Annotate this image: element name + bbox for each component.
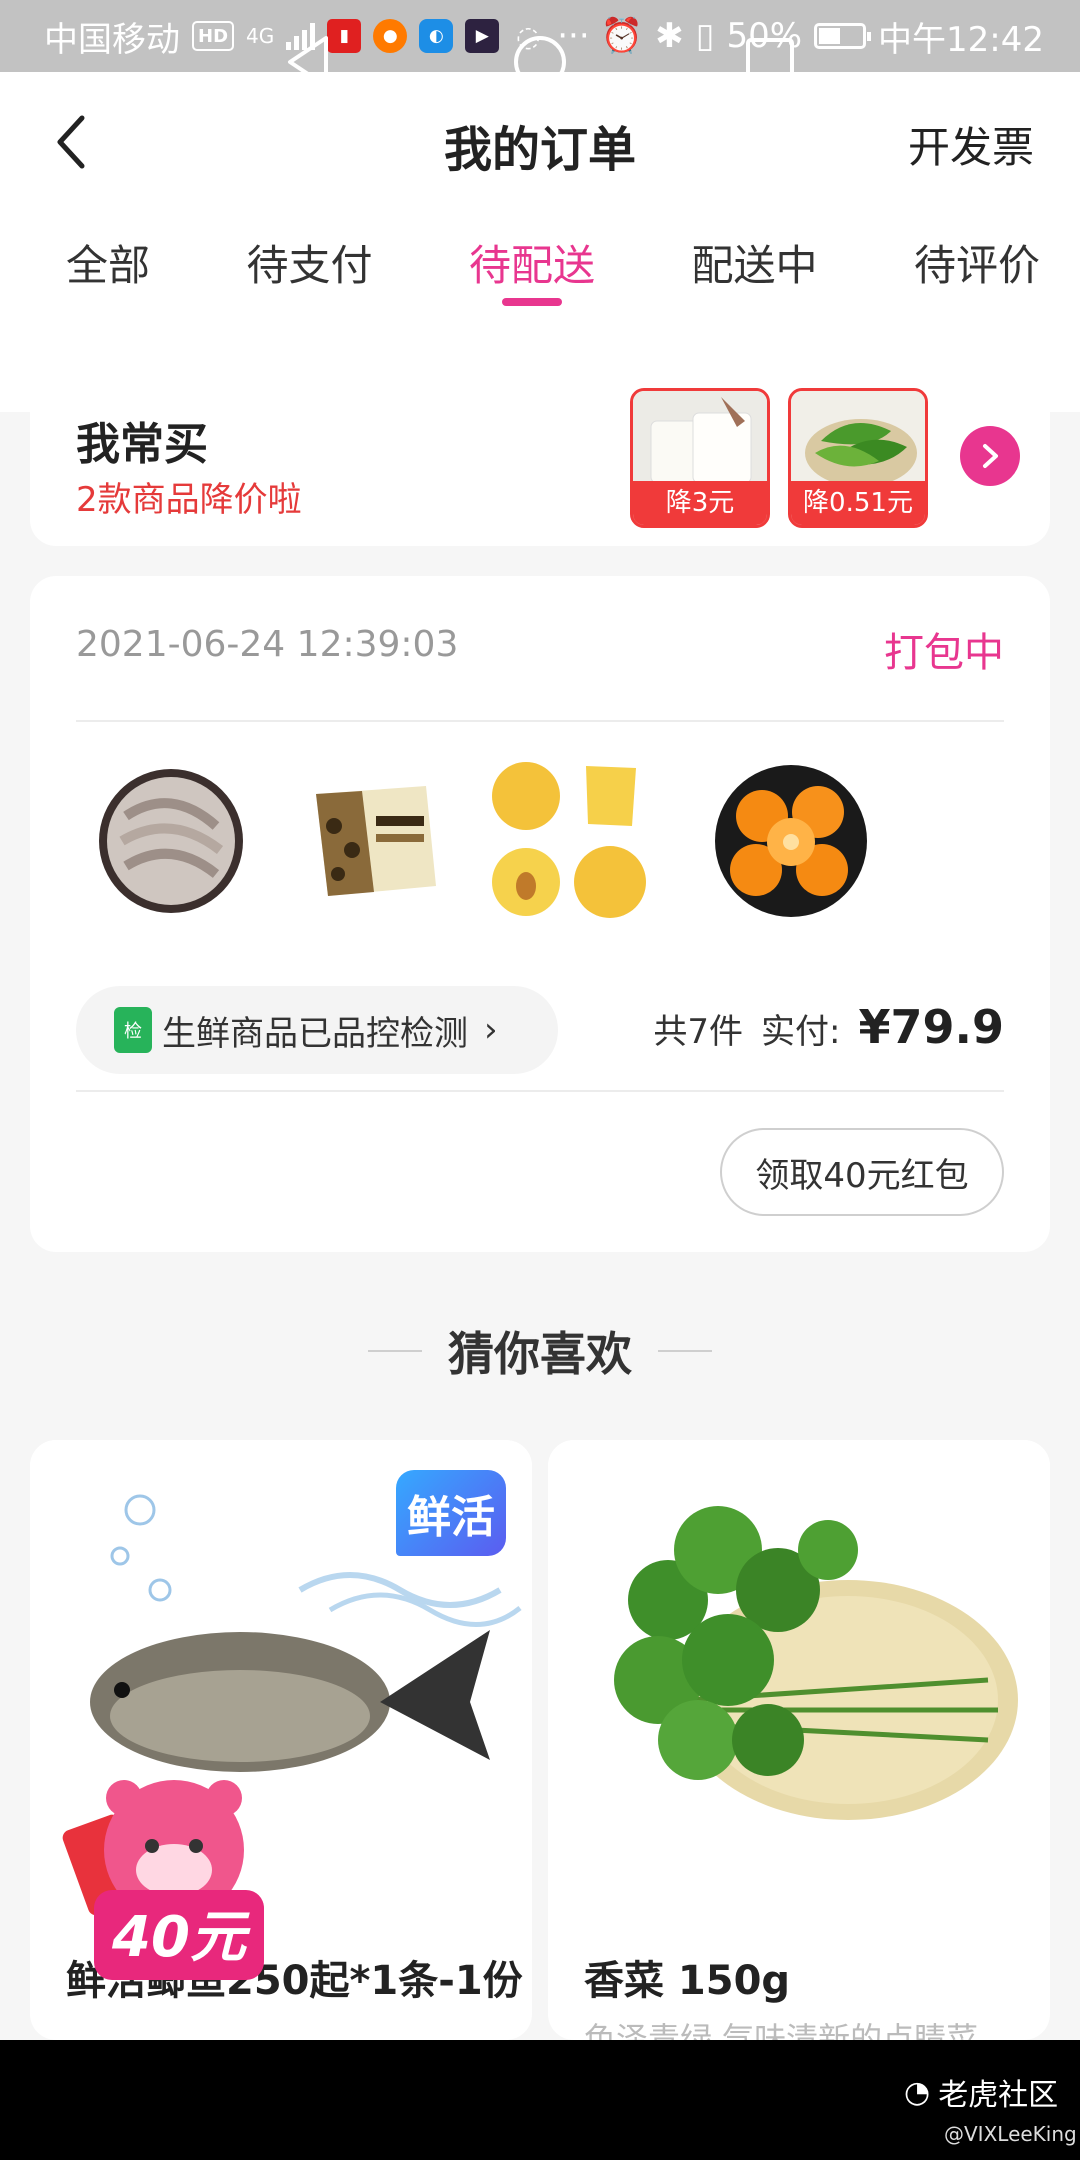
quality-check-button[interactable]: 检 生鲜商品已品控检测 ›: [76, 986, 558, 1074]
price-drop-tag: 降0.51元: [791, 481, 925, 525]
promo-amount: 40元: [111, 1905, 251, 1970]
quality-check-icon: 检: [114, 1007, 152, 1053]
guess-you-like-header: 猜你喜欢: [0, 1318, 1080, 1384]
quality-check-label: 生鲜商品已品控检测: [162, 1013, 468, 1054]
nav-home-button[interactable]: [510, 32, 570, 92]
product-name: 香菜 150g: [584, 1958, 791, 2004]
chevron-right-icon: [983, 444, 998, 468]
orange-product-icon: [715, 765, 867, 917]
alarm-icon: ⏰: [600, 16, 644, 56]
vibrate-icon: ▯: [695, 16, 715, 56]
hd-icon: HD: [192, 21, 235, 51]
buy-often-subtitle: 2款商品降价啦: [76, 480, 302, 520]
red-packet-promo-badge[interactable]: 40元: [54, 1760, 304, 1990]
claim-red-packet-button[interactable]: 领取40元红包: [720, 1128, 1004, 1216]
order-time: 2021-06-24 12:39:03: [76, 624, 459, 665]
watermark: ◔ 老虎社区: [904, 2070, 1058, 2114]
price-drop-tag: 降3元: [633, 481, 767, 525]
carrier-label: 中国移动: [44, 19, 180, 60]
paid-label: 实付:: [761, 1012, 841, 1052]
divider: [658, 1350, 712, 1352]
nav-back-button[interactable]: [280, 32, 340, 92]
buy-often-item[interactable]: 降0.51元: [788, 388, 928, 528]
clock: 中午12:42: [878, 19, 1044, 60]
tab-all[interactable]: 全部: [66, 232, 150, 332]
paid-amount: ¥79.9: [858, 1000, 1004, 1054]
item-count: 共7件: [653, 1012, 744, 1052]
recommendation-card[interactable]: 香菜 150g 色泽青绿 气味清新的点睛菜: [548, 1440, 1050, 2040]
tab-pending-payment[interactable]: 待支付: [246, 232, 372, 332]
order-tabs: 全部 待支付 待配送 配送中 待评价: [0, 232, 1080, 332]
tab-pending-review[interactable]: 待评价: [914, 232, 1040, 332]
weibo-notification-icon: ●: [373, 19, 408, 53]
order-status: 打包中: [884, 630, 1004, 676]
tissue-product-icon: [633, 391, 767, 491]
yellow-peach-product-icon: [492, 762, 646, 918]
watermark-brand: 老虎社区: [938, 2078, 1059, 2113]
guess-you-like-title: 猜你喜欢: [448, 1327, 632, 1381]
divider: [368, 1350, 422, 1352]
video-notification-icon: ▶: [465, 19, 500, 53]
fresh-badge: 鲜活: [396, 1470, 506, 1556]
order-card[interactable]: 2021-06-24 12:39:03 打包中 检 生鲜商品已品控检测 › 共7…: [30, 576, 1050, 1252]
tab-pending-delivery[interactable]: 待配送: [469, 232, 595, 332]
browser-notification-icon: ◐: [419, 19, 454, 53]
tab-delivering[interactable]: 配送中: [691, 232, 817, 332]
buy-often-item[interactable]: 降3元: [630, 388, 770, 528]
battery-icon: [814, 23, 872, 49]
shrimp-product-icon: [99, 769, 243, 913]
buy-often-title: 我常买: [76, 419, 208, 470]
header: 我的订单 开发票 全部 待支付 待配送 配送中 待评价: [0, 72, 1080, 412]
nav-recent-apps-button[interactable]: [740, 32, 800, 92]
order-totals: 共7件 实付: ¥79.9: [653, 1000, 1004, 1054]
order-products[interactable]: [76, 746, 1004, 936]
coriander-product-icon: [548, 1440, 1050, 1900]
bluetooth-icon: ✱: [655, 16, 684, 56]
watermelon-product-icon: [976, 746, 1004, 936]
tiger-logo-icon: ◔: [904, 2074, 931, 2110]
invoice-button[interactable]: 开发票: [908, 114, 1034, 175]
green-pepper-product-icon: [791, 391, 925, 491]
divider: [76, 1090, 1004, 1092]
buy-often-card[interactable]: 我常买 2款商品降价啦 降3元 降0.51元: [30, 370, 1050, 546]
ice-cream-product-icon: [316, 786, 436, 896]
product-description: 色泽青绿 气味清新的点睛菜: [584, 2020, 979, 2040]
buy-often-next-button[interactable]: [960, 426, 1020, 486]
watermark-user: @VIXLeeKing: [944, 2122, 1077, 2146]
divider: [76, 720, 1004, 722]
network-label: 4G: [246, 24, 275, 48]
chevron-right-icon: ›: [484, 1010, 498, 1050]
